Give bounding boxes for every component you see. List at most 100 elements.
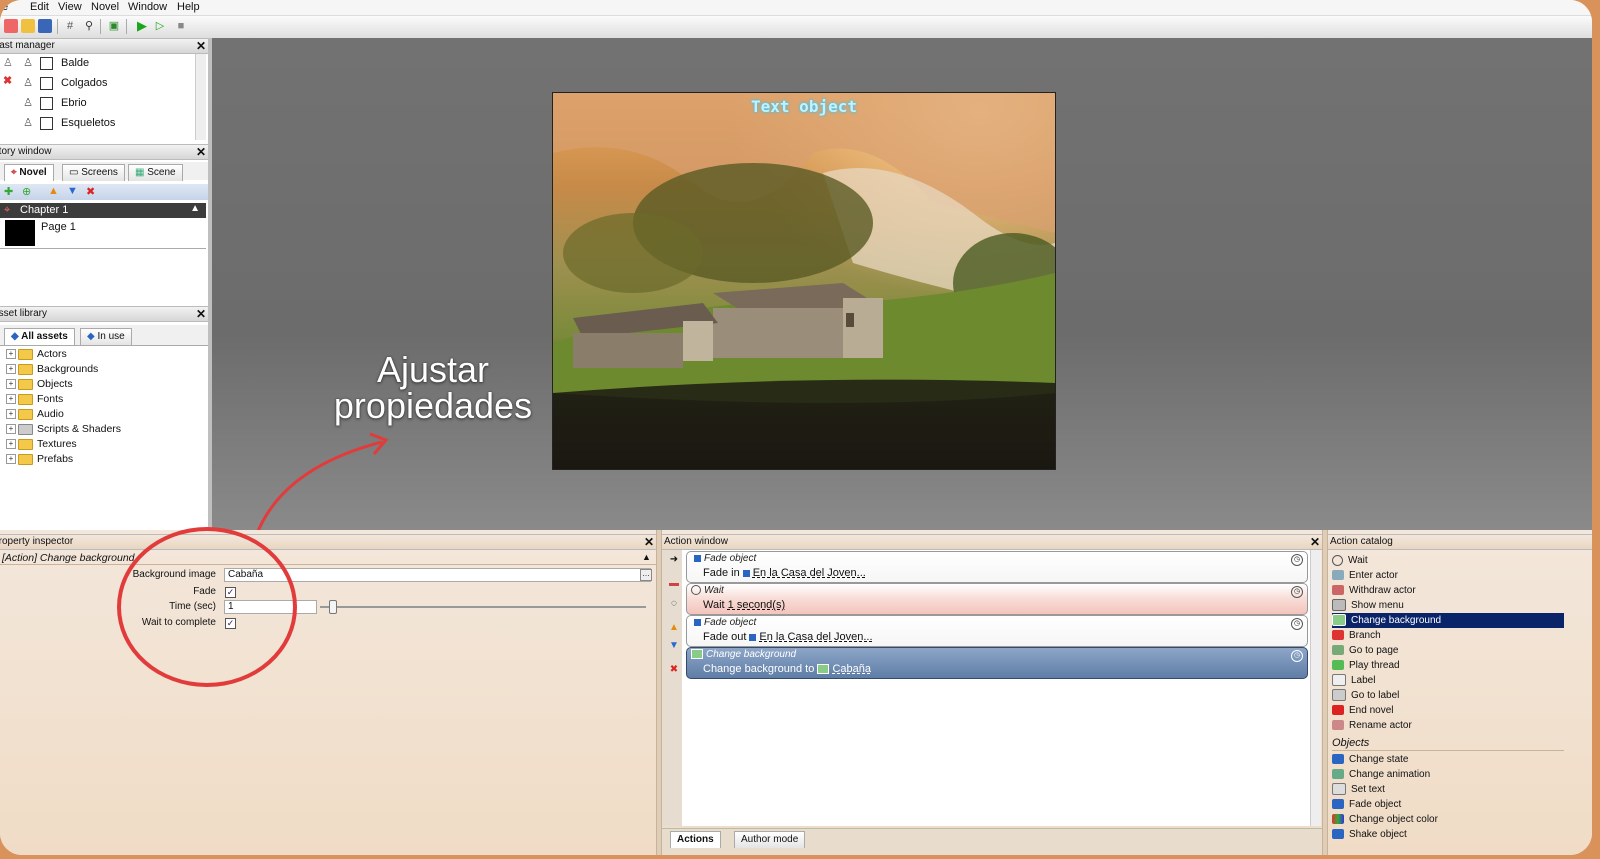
action-change-background[interactable]: Change background Change background to C… — [686, 647, 1308, 679]
catalog-item-go-to-page[interactable]: Go to page — [1332, 643, 1564, 658]
catalog-item-change-animation[interactable]: Change animation — [1332, 767, 1564, 782]
asset-folder-objects[interactable]: + Objects — [6, 377, 73, 392]
asset-folder-backgrounds[interactable]: + Backgrounds — [6, 362, 98, 377]
play-from-page-icon[interactable]: ▷ — [153, 19, 167, 33]
grid-icon[interactable]: # — [63, 19, 77, 33]
menu-novel[interactable]: Novel — [91, 1, 119, 13]
move-up-icon[interactable]: ▲ — [668, 622, 680, 634]
expand-icon[interactable]: + — [6, 349, 16, 360]
cast-scrollbar[interactable] — [195, 54, 206, 140]
catalog-item-change-state[interactable]: Change state — [1332, 752, 1564, 767]
zoom-icon[interactable]: ⚲ — [82, 19, 96, 33]
actor-checkbox[interactable] — [40, 116, 53, 130]
browse-icon[interactable]: … — [640, 569, 652, 581]
action-target[interactable]: En la Casa del Joven... — [759, 631, 872, 643]
cast-item[interactable]: ♙ Balde — [22, 54, 89, 72]
menu-view[interactable]: View — [58, 1, 82, 13]
page-label[interactable]: Page 1 — [41, 221, 76, 233]
expand-icon[interactable]: + — [6, 364, 16, 375]
action-target[interactable]: 1 second(s) — [728, 599, 785, 611]
expand-icon[interactable]: + — [6, 454, 16, 465]
add-page-icon[interactable]: ⊕ — [22, 185, 31, 198]
action-fade-in[interactable]: Fade object Fade in En la Casa del Joven.… — [686, 551, 1308, 583]
splitter[interactable] — [1322, 530, 1328, 855]
actor-checkbox[interactable] — [40, 76, 53, 90]
catalog-item-label[interactable]: Label — [1332, 673, 1564, 688]
expand-icon[interactable]: + — [6, 439, 16, 450]
close-icon[interactable]: ✕ — [196, 39, 206, 53]
play-icon[interactable]: ▶ — [135, 19, 149, 33]
close-icon[interactable]: ✕ — [644, 535, 654, 549]
expand-icon[interactable]: + — [6, 424, 16, 435]
tab-all-assets[interactable]: ◆ All assets — [4, 328, 75, 345]
action-scrollbar[interactable] — [1310, 550, 1321, 826]
cast-item[interactable]: ♙ Esqueletos — [22, 114, 115, 132]
expand-icon[interactable]: + — [6, 394, 16, 405]
tab-author-mode[interactable]: Author mode — [734, 831, 806, 848]
asset-folder-prefabs[interactable]: + Prefabs — [6, 452, 73, 467]
action-fade-out[interactable]: Fade object Fade out En la Casa del Joven… — [686, 615, 1308, 647]
catalog-item-shake-object[interactable]: Shake object — [1332, 827, 1564, 842]
close-icon[interactable]: ✕ — [196, 145, 206, 159]
open-folder-icon[interactable] — [21, 19, 35, 33]
text-object[interactable]: Text object — [553, 97, 1055, 116]
expand-icon[interactable]: + — [6, 379, 16, 390]
asset-folder-textures[interactable]: + Textures — [6, 437, 77, 452]
move-down-icon[interactable]: ▼ — [67, 185, 78, 197]
insert-action-icon[interactable]: ➜ — [668, 554, 680, 566]
action-wait[interactable]: Wait Wait 1 second(s) ◷ — [686, 583, 1308, 615]
asset-folder-audio[interactable]: + Audio — [6, 407, 64, 422]
catalog-item-branch[interactable]: Branch — [1332, 628, 1564, 643]
catalog-item-set-text[interactable]: Set text — [1332, 782, 1564, 797]
asset-folder-scripts[interactable]: + Scripts & Shaders — [6, 422, 121, 437]
menu-window[interactable]: Window — [128, 1, 167, 13]
catalog-item-change-object-color[interactable]: Change object color — [1332, 812, 1564, 827]
export-icon[interactable]: ▣ — [107, 19, 121, 33]
move-up-icon[interactable]: ▲ — [48, 185, 59, 197]
scene-canvas[interactable]: Text object — [552, 92, 1056, 470]
clock-icon[interactable]: ◷ — [1291, 618, 1303, 630]
chapter-header[interactable]: ⌖ Chapter 1 ▲ — [0, 203, 206, 218]
expand-icon[interactable]: + — [6, 409, 16, 420]
catalog-item-enter-actor[interactable]: Enter actor — [1332, 568, 1564, 583]
time-slider-thumb[interactable] — [329, 600, 337, 614]
catalog-item-play-thread[interactable]: Play thread — [1332, 658, 1564, 673]
cut-action-icon[interactable]: ▬ — [668, 578, 680, 590]
menu-file[interactable]: e — [2, 1, 8, 13]
delete-action-icon[interactable]: ✖ — [668, 664, 680, 676]
clock-icon[interactable]: ◷ — [1291, 554, 1303, 566]
new-icon[interactable] — [4, 19, 18, 33]
scene-viewport[interactable]: Text object — [212, 38, 1592, 537]
save-icon[interactable] — [38, 19, 52, 33]
close-icon[interactable]: ✕ — [1310, 535, 1320, 549]
collapse-icon[interactable]: ▲ — [190, 203, 200, 214]
cast-item[interactable]: ♙ Colgados — [22, 74, 107, 92]
catalog-item-show-menu[interactable]: Show menu — [1332, 598, 1564, 613]
comment-icon[interactable]: ◌ — [668, 598, 680, 610]
catalog-item-change-background[interactable]: Change background — [1332, 613, 1564, 628]
cast-item[interactable]: ♙ Ebrio — [22, 94, 87, 112]
delete-icon[interactable]: ✖ — [86, 185, 95, 198]
asset-folder-actors[interactable]: + Actors — [6, 347, 67, 362]
clock-icon[interactable]: ◷ — [1291, 586, 1303, 598]
add-chapter-icon[interactable]: ✚ — [4, 185, 13, 198]
asset-folder-fonts[interactable]: + Fonts — [6, 392, 63, 407]
catalog-item-rename-actor[interactable]: Rename actor — [1332, 718, 1564, 733]
page-thumbnail[interactable] — [5, 220, 35, 246]
remove-actor-icon[interactable]: ✖ — [3, 74, 12, 87]
catalog-item-go-to-label[interactable]: Go to label — [1332, 688, 1564, 703]
tab-actions[interactable]: Actions — [670, 831, 721, 848]
menu-edit[interactable]: Edit — [30, 1, 49, 13]
scroll-up-icon[interactable]: ▲ — [642, 552, 651, 562]
catalog-item-end-novel[interactable]: End novel — [1332, 703, 1564, 718]
catalog-item-withdraw-actor[interactable]: Withdraw actor — [1332, 583, 1564, 598]
add-actor-icon[interactable]: ♙ — [3, 56, 13, 69]
move-down-icon[interactable]: ▼ — [668, 640, 680, 652]
time-slider-track[interactable] — [320, 606, 646, 608]
actor-checkbox[interactable] — [40, 56, 53, 70]
tab-novel[interactable]: ⌖ Novel — [4, 164, 54, 181]
tab-scene[interactable]: ▦ Scene — [128, 164, 183, 181]
clock-icon[interactable]: ◷ — [1291, 650, 1303, 662]
catalog-item-wait[interactable]: Wait — [1332, 553, 1564, 568]
close-icon[interactable]: ✕ — [196, 307, 206, 321]
